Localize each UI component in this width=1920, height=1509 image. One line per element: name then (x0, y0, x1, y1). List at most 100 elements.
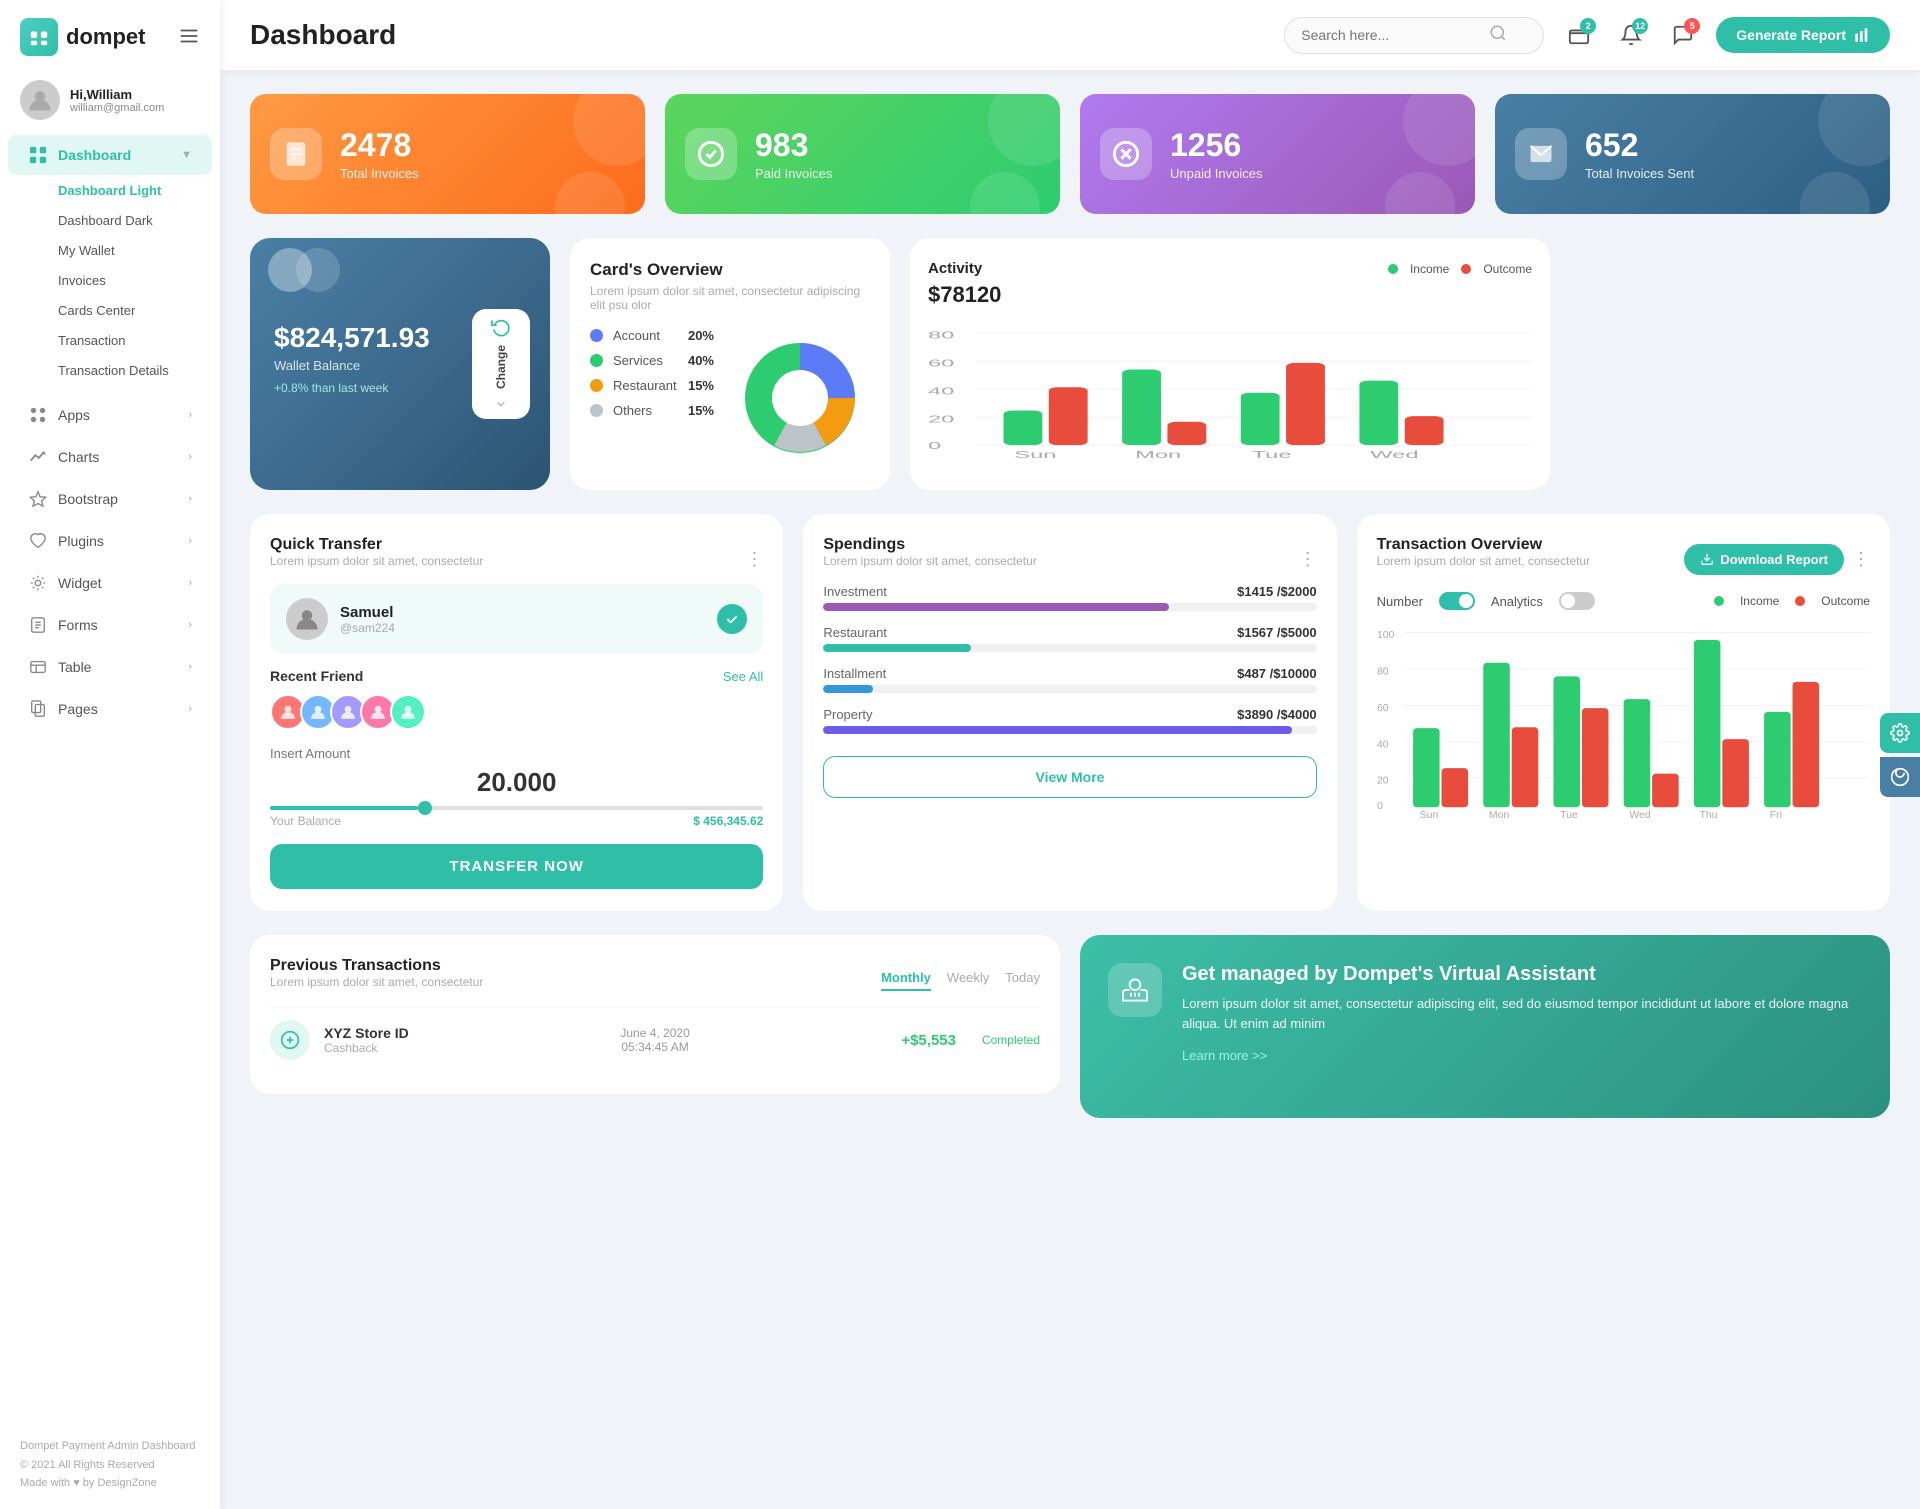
services-label: Services (613, 353, 678, 368)
sidebar-item-cards-center[interactable]: Cards Center (28, 296, 212, 325)
svg-text:0: 0 (1377, 801, 1383, 812)
user-greeting: Hi,William (70, 87, 164, 102)
number-label: Number (1377, 594, 1423, 609)
legend-account: Account 20% (590, 328, 714, 343)
sidebar-item-invoices[interactable]: Invoices (28, 266, 212, 295)
wallet-badge: 2 (1580, 18, 1596, 34)
sidebar-item-apps[interactable]: Apps › (8, 395, 212, 435)
view-more-button[interactable]: View More (823, 756, 1316, 798)
tab-weekly[interactable]: Weekly (947, 970, 989, 991)
svg-text:Mon: Mon (1489, 810, 1510, 820)
wallet-icon-btn[interactable]: 2 (1560, 16, 1598, 54)
income-legend-label: Income (1410, 262, 1449, 276)
sidebar-item-pages[interactable]: Pages › (8, 689, 212, 729)
sidebar-item-charts[interactable]: Charts › (8, 437, 212, 477)
sidebar-item-dashboard-light[interactable]: Dashboard Light (28, 176, 212, 205)
tx-amount: +$5,553 (901, 1032, 956, 1049)
see-all-link[interactable]: See All (723, 669, 763, 684)
sidebar-table-label: Table (58, 659, 178, 675)
prev-tx-title: Previous Transactions (270, 957, 483, 975)
income-dot (1388, 264, 1398, 274)
account-pct: 20% (688, 328, 714, 343)
amount-display: 20.000 (270, 767, 763, 798)
svg-text:Tue: Tue (1252, 449, 1292, 460)
recent-friends-label: Recent Friend (270, 668, 363, 684)
spending-item-restaurant: Restaurant $1567 /$5000 (823, 625, 1316, 652)
svg-text:Thu: Thu (1699, 810, 1717, 820)
svg-text:Mon: Mon (1135, 449, 1181, 460)
analytics-toggle[interactable] (1559, 592, 1595, 610)
settings-side-button[interactable] (1880, 713, 1920, 753)
friend-avatar-5 (390, 694, 426, 730)
avatar (20, 80, 60, 120)
others-dot (590, 404, 603, 417)
change-btn-label: Change (494, 345, 508, 389)
svg-text:Wed: Wed (1629, 810, 1651, 820)
check-icon (717, 604, 747, 634)
transaction-overview-subtitle: Lorem ipsum dolor sit amet, consectetur (1377, 554, 1590, 568)
sidebar-item-transaction-details[interactable]: Transaction Details (28, 356, 212, 385)
download-report-button[interactable]: Download Report (1684, 544, 1844, 575)
tx-date: June 4, 2020 05:34:45 AM (423, 1026, 888, 1054)
hamburger-button[interactable] (170, 25, 200, 50)
header: Dashboard 2 12 5 Generate Report (220, 0, 1920, 70)
transfer-now-button[interactable]: TRANSFER NOW (270, 844, 763, 889)
total-invoices-number: 2478 (340, 127, 419, 164)
spendings-card: Spendings Lorem ipsum dolor sit amet, co… (803, 514, 1336, 911)
sent-icon (1515, 128, 1567, 180)
sidebar-item-transaction[interactable]: Transaction (28, 326, 212, 355)
change-button[interactable]: Change (472, 309, 530, 419)
your-balance-label: Your Balance (270, 814, 341, 828)
chevron-down-icon: ▼ (181, 149, 192, 161)
transaction-bar-chart: 100 80 60 40 20 0 (1377, 620, 1870, 825)
amount-slider[interactable] (270, 806, 763, 810)
total-sent-number: 652 (1585, 127, 1694, 164)
sidebar-item-my-wallet[interactable]: My Wallet (28, 236, 212, 265)
unpaid-icon (1100, 128, 1152, 180)
svg-text:40: 40 (1377, 739, 1389, 750)
sidebar-item-bootstrap[interactable]: Bootstrap › (8, 479, 212, 519)
search-icon (1489, 24, 1507, 47)
pie-chart (730, 328, 870, 468)
quick-transfer-menu-button[interactable]: ⋮ (745, 549, 763, 570)
sidebar-charts-label: Charts (58, 449, 178, 465)
unpaid-invoices-number: 1256 (1170, 127, 1263, 164)
content-area: 2478 Total Invoices 983 Paid Invoices (220, 70, 1920, 1509)
total-invoices-label: Total Invoices (340, 166, 419, 181)
sidebar-item-widget[interactable]: Widget › (8, 563, 212, 603)
sidebar-item-dashboard[interactable]: Dashboard ▼ (8, 135, 212, 175)
page-title: Dashboard (250, 19, 1268, 51)
activity-amount: $78120 (928, 282, 1532, 308)
bell-icon-btn[interactable]: 12 (1612, 16, 1650, 54)
search-box[interactable] (1284, 17, 1544, 54)
search-input[interactable] (1301, 27, 1481, 43)
sidebar-item-dashboard-dark[interactable]: Dashboard Dark (28, 206, 212, 235)
spendings-menu-button[interactable]: ⋮ (1299, 549, 1317, 570)
number-toggle[interactable] (1439, 592, 1475, 610)
form-icon (28, 615, 48, 635)
contact-avatar (286, 598, 328, 640)
to-outcome-dot (1795, 596, 1805, 606)
sidebar-item-table[interactable]: Table › (8, 647, 212, 687)
spending-item-installment: Installment $487 /$10000 (823, 666, 1316, 693)
transaction-overview-menu-button[interactable]: ⋮ (1852, 549, 1870, 570)
to-income-label: Income (1740, 594, 1779, 608)
account-dot (590, 329, 603, 342)
tab-monthly[interactable]: Monthly (881, 970, 931, 991)
sidebar-item-forms[interactable]: Forms › (8, 605, 212, 645)
sidebar-pages-label: Pages (58, 701, 178, 717)
analytics-label: Analytics (1491, 594, 1543, 609)
theme-side-button[interactable] (1880, 757, 1920, 797)
svg-text:Fri: Fri (1769, 810, 1781, 820)
sidebar-item-plugins[interactable]: Plugins › (8, 521, 212, 561)
user-info: Hi,William william@gmail.com (0, 70, 220, 134)
va-learn-more-link[interactable]: Learn more >> (1182, 1048, 1267, 1063)
quick-transfer-card: Quick Transfer Lorem ipsum dolor sit ame… (250, 514, 783, 911)
chat-icon-btn[interactable]: 5 (1664, 16, 1702, 54)
spending-item-investment: Investment $1415 /$2000 (823, 584, 1316, 611)
paid-invoices-label: Paid Invoices (755, 166, 832, 181)
va-subtitle: Lorem ipsum dolor sit amet, consectetur … (1182, 994, 1862, 1033)
generate-report-button[interactable]: Generate Report (1716, 17, 1890, 53)
activity-title: Activity (928, 260, 982, 277)
tab-today[interactable]: Today (1005, 970, 1040, 991)
